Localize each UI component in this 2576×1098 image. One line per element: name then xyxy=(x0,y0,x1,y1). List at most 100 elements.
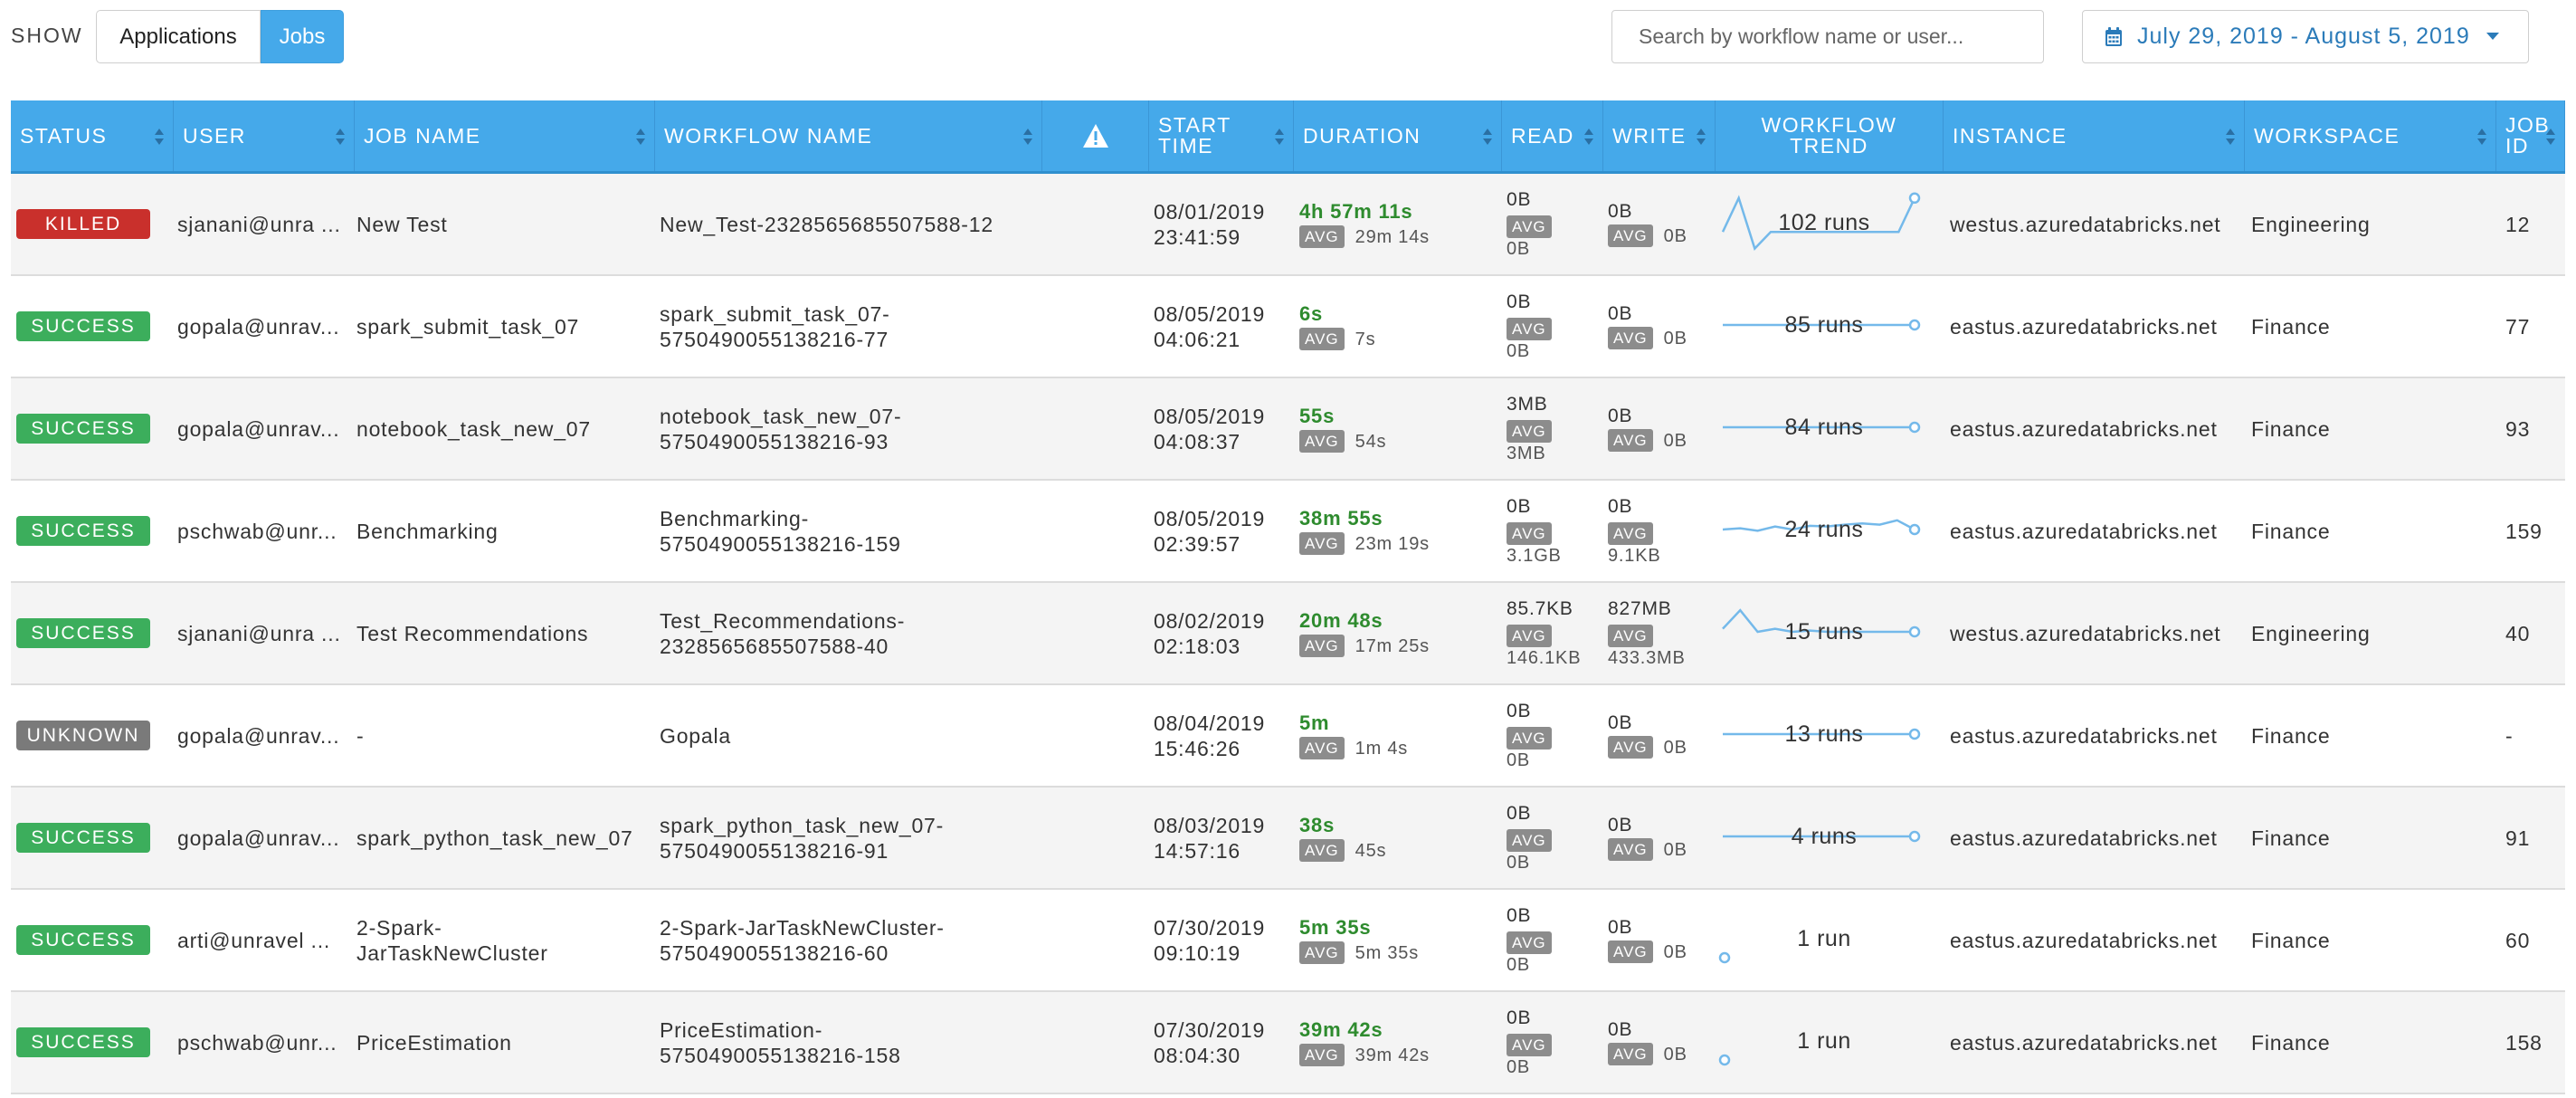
user-name[interactable]: gopala@unrav... xyxy=(177,723,355,749)
header-label-line: ID xyxy=(2505,134,2529,158)
workflow-trend[interactable]: 102 runs xyxy=(1716,174,1944,274)
user-name[interactable]: pschwab@unr... xyxy=(177,519,355,544)
job-name[interactable]: spark_submit_task_07 xyxy=(356,314,655,339)
header-job[interactable]: JOB NAME xyxy=(355,100,655,171)
table-row[interactable]: SUCCESS pschwab@unr... PriceEstimation Pric… xyxy=(11,992,2565,1094)
job-id-cell: 91 xyxy=(2496,788,2565,888)
workflow-name[interactable]: PriceEstimation- xyxy=(660,1017,1042,1043)
sort-icon[interactable] xyxy=(2226,127,2235,147)
date-range-picker[interactable]: July 29, 2019 - August 5, 2019 xyxy=(2082,10,2529,63)
sort-icon[interactable] xyxy=(1584,127,1593,147)
workflow-name[interactable]: spark_submit_task_07- xyxy=(660,301,1042,327)
table-row[interactable]: SUCCESS gopala@unrav... spark_python_task_… xyxy=(11,788,2565,890)
workflow-name-line2[interactable]: 5750490055138216-91 xyxy=(660,838,1042,864)
header-label-line: JOB xyxy=(2505,113,2551,137)
user-name[interactable]: arti@unravel ... xyxy=(177,928,355,953)
user-cell: gopala@unrav... xyxy=(174,378,355,479)
write-cell: 827MB AVG 433.3MB xyxy=(1603,583,1716,683)
header-duration[interactable]: DURATION xyxy=(1294,100,1502,171)
table-row[interactable]: SUCCESS gopala@unrav... notebook_task_new_… xyxy=(11,378,2565,481)
workflow-name-line2[interactable]: 5750490055138216-158 xyxy=(660,1043,1042,1068)
header-write[interactable]: WRITE xyxy=(1603,100,1716,171)
user-name[interactable]: gopala@unrav... xyxy=(177,826,355,851)
user-name[interactable]: sjanani@unra ... xyxy=(177,212,355,237)
sort-icon[interactable] xyxy=(1697,127,1706,147)
job-name[interactable]: - xyxy=(356,723,655,749)
avg-badge: AVG xyxy=(1608,940,1653,963)
workflow-name[interactable]: Gopala xyxy=(660,723,1042,749)
workflow-trend[interactable]: 13 runs xyxy=(1716,685,1944,786)
job-name-line2[interactable]: JarTaskNewCluster xyxy=(356,940,655,966)
workflow-trend[interactable]: 85 runs xyxy=(1716,276,1944,377)
header-instance[interactable]: INSTANCE xyxy=(1944,100,2245,171)
sort-icon[interactable] xyxy=(2477,127,2486,147)
workflow-trend[interactable]: 24 runs xyxy=(1716,481,1944,581)
workflow-name[interactable]: notebook_task_new_07- xyxy=(660,404,1042,429)
table-row[interactable]: KILLED sjanani@unra ... New Test New_Test-2… xyxy=(11,174,2565,276)
applications-tab[interactable]: Applications xyxy=(96,10,261,63)
jobs-tab[interactable]: Jobs xyxy=(261,10,344,63)
date-range-text: July 29, 2019 - August 5, 2019 xyxy=(2137,24,2470,49)
user-name[interactable]: gopala@unrav... xyxy=(177,314,355,339)
job-name[interactable]: New Test xyxy=(356,212,655,237)
workflow-name[interactable]: spark_python_task_new_07- xyxy=(660,813,1042,838)
job-name[interactable]: 2-Spark- xyxy=(356,915,655,940)
job-name[interactable]: spark_python_task_new_07 xyxy=(356,826,655,851)
workflow-trend[interactable]: 1 run xyxy=(1716,992,1944,1093)
workflow-name-line2[interactable]: 5750490055138216-77 xyxy=(660,327,1042,352)
workflow-name-line2[interactable]: 5750490055138216-93 xyxy=(660,429,1042,454)
status-badge: SUCCESS xyxy=(16,311,150,341)
search-input[interactable] xyxy=(1611,10,2044,63)
run-count: 85 runs xyxy=(1784,312,1864,338)
workflow-name[interactable]: New_Test-2328565685507588-12 xyxy=(660,212,1042,237)
header-status[interactable]: STATUS xyxy=(11,100,174,171)
table-row[interactable]: SUCCESS pschwab@unr... Benchmarking Benchma… xyxy=(11,481,2565,583)
table-row[interactable]: SUCCESS gopala@unrav... spark_submit_task_… xyxy=(11,276,2565,378)
sort-icon[interactable] xyxy=(1275,127,1284,147)
table-row[interactable]: SUCCESS sjanani@unra ... Test Recommendati… xyxy=(11,583,2565,685)
header-jobid[interactable]: JOB ID xyxy=(2496,100,2565,171)
read-value: 85.7KB xyxy=(1507,598,1573,619)
sort-icon[interactable] xyxy=(336,127,345,147)
sort-icon[interactable] xyxy=(1483,127,1492,147)
user-name[interactable]: pschwab@unr... xyxy=(177,1030,355,1055)
sort-icon[interactable] xyxy=(636,127,645,147)
job-id: 158 xyxy=(2505,1030,2543,1055)
header-workflow[interactable]: WORKFLOW NAME xyxy=(655,100,1042,171)
workflow-name[interactable]: 2-Spark-JarTaskNewCluster- xyxy=(660,915,1042,940)
table-row[interactable]: UNKNOWN gopala@unrav... - Gopala 08/04/2019 1… xyxy=(11,685,2565,788)
alert-cell xyxy=(1042,276,1149,377)
workflow-trend[interactable]: 4 runs xyxy=(1716,788,1944,888)
workflow-trend[interactable]: 1 run xyxy=(1716,890,1944,990)
header-read[interactable]: READ xyxy=(1502,100,1603,171)
workflow-trend[interactable]: 15 runs xyxy=(1716,583,1944,683)
header-start[interactable]: START TIME xyxy=(1149,100,1294,171)
workflow-name-line2[interactable]: 5750490055138216-159 xyxy=(660,531,1042,557)
instance-name: westus.azuredatabricks.net xyxy=(1950,621,2221,645)
run-count: 24 runs xyxy=(1784,517,1864,542)
user-name[interactable]: sjanani@unra ... xyxy=(177,621,355,646)
job-name[interactable]: Benchmarking xyxy=(356,519,655,544)
sort-icon[interactable] xyxy=(155,127,164,147)
avg-badge: AVG xyxy=(1608,429,1653,452)
read-avg: 0B xyxy=(1507,239,1531,259)
workflow-name-cell: Gopala xyxy=(655,685,1042,786)
job-name[interactable]: notebook_task_new_07 xyxy=(356,416,655,442)
write-value: 0B xyxy=(1608,711,1633,733)
table-row[interactable]: SUCCESS arti@unravel ... 2-Spark- JarTaskNe… xyxy=(11,890,2565,992)
job-name[interactable]: Test Recommendations xyxy=(356,621,655,646)
workflow-trend[interactable]: 84 runs xyxy=(1716,378,1944,479)
sort-icon[interactable] xyxy=(2546,127,2555,147)
header-user[interactable]: USER xyxy=(174,100,355,171)
user-name[interactable]: gopala@unrav... xyxy=(177,416,355,442)
workflow-name[interactable]: Test_Recommendations- xyxy=(660,608,1042,634)
duration-avg-line: AVG 5m 35s xyxy=(1299,940,1502,966)
job-name[interactable]: PriceEstimation xyxy=(356,1030,655,1055)
header-workspace[interactable]: WORKSPACE xyxy=(2245,100,2496,171)
header-label: WRITE xyxy=(1612,125,1687,147)
workflow-name-line2[interactable]: 2328565685507588-40 xyxy=(660,634,1042,659)
workflow-name-line2[interactable]: 5750490055138216-60 xyxy=(660,940,1042,966)
workflow-name[interactable]: Benchmarking- xyxy=(660,506,1042,531)
sort-icon[interactable] xyxy=(1023,127,1032,147)
avg-badge: AVG xyxy=(1299,941,1345,964)
